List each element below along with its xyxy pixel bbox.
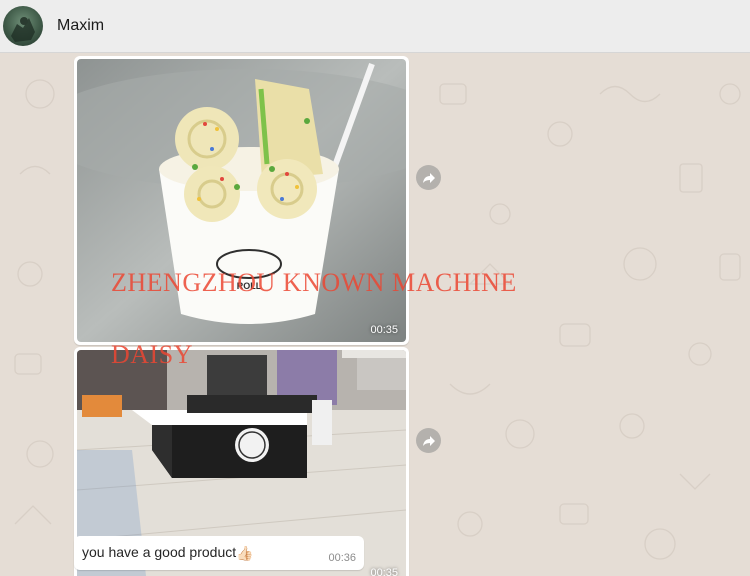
text-message[interactable]: you have a good product👍🏻 00:36 — [74, 536, 364, 570]
forward-icon — [422, 172, 435, 183]
image-timestamp: 00:35 — [370, 324, 398, 336]
avatar-image — [11, 17, 35, 42]
contact-name[interactable]: Maxim — [57, 17, 104, 35]
watermark-line-2: DAISY — [111, 340, 193, 369]
image-timestamp: 00:35 — [370, 567, 398, 576]
thumbs-up-emoji: 👍🏻 — [236, 545, 254, 561]
image-message-ice-cream-cup[interactable]: ROLL 00:35 — [74, 56, 409, 345]
watermark-line-1: ZHENGZHOU KNOWN MACHINE — [111, 268, 517, 297]
chat-header: Maxim — [0, 0, 750, 53]
avatar[interactable] — [3, 6, 43, 46]
forward-button[interactable] — [416, 165, 441, 190]
ice-cream-cup-photo[interactable]: ROLL 00:35 — [77, 59, 406, 342]
forward-button[interactable] — [416, 428, 441, 453]
message-timestamp: 00:36 — [328, 552, 356, 564]
forward-icon — [422, 435, 435, 446]
message-text: you have a good product — [82, 544, 237, 560]
chat-panel: ROLL 00:35 00:35 you have a good product… — [0, 54, 750, 576]
